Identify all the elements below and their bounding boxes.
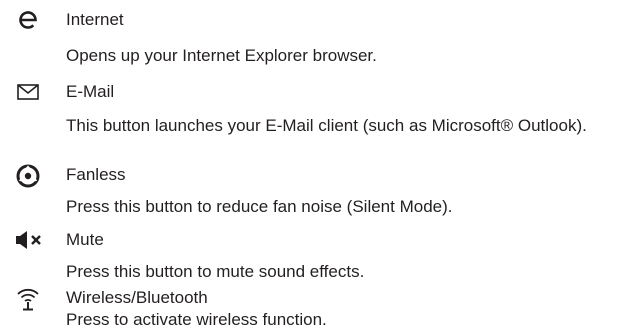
mute-icon (14, 228, 44, 252)
legend-item-title: Internet (66, 10, 124, 29)
hotkey-legend: Internet Opens up your Internet Explorer… (0, 0, 642, 329)
legend-item-description: This button launches your E-Mail client … (66, 116, 587, 135)
fanless-icon (16, 164, 40, 188)
legend-item-description: Press this button to mute sound effects. (66, 262, 365, 281)
legend-item-description: Press to activate wireless function. (66, 310, 327, 329)
internet-explorer-icon (16, 8, 40, 32)
legend-item-description: Press this button to reduce fan noise (S… (66, 197, 453, 216)
legend-item-title: Mute (66, 230, 104, 249)
legend-item-description: Opens up your Internet Explorer browser. (66, 46, 377, 65)
legend-item-title: Fanless (66, 165, 126, 184)
wireless-icon (16, 286, 40, 311)
envelope-icon (16, 80, 40, 104)
legend-item-title: Wireless/Bluetooth (66, 288, 208, 307)
legend-item-title: E-Mail (66, 82, 115, 101)
